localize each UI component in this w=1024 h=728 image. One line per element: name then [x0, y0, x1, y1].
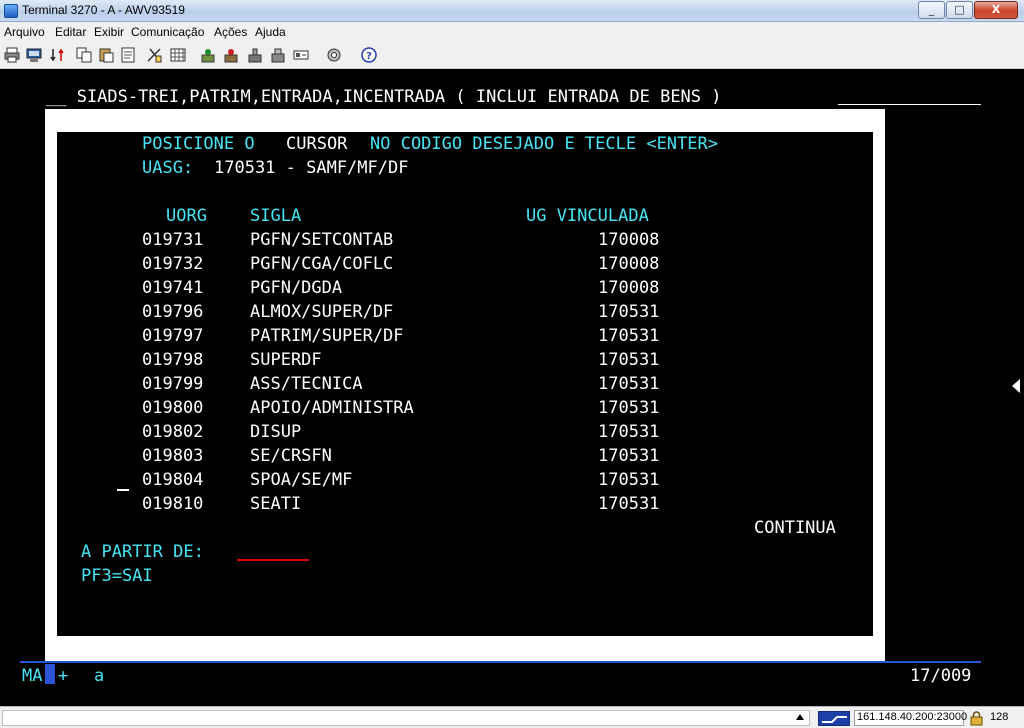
properties-icon[interactable]: [293, 47, 309, 63]
status-message-area: [2, 710, 810, 726]
row-sigla: APOIO/ADMINISTRA: [250, 398, 414, 418]
row-ug-vinculada: 170008: [598, 254, 660, 274]
help-icon[interactable]: ?: [361, 47, 377, 63]
print-icon[interactable]: [4, 47, 20, 63]
menu-exibir[interactable]: Exibir: [94, 25, 124, 39]
maximize-button[interactable]: □: [946, 1, 973, 19]
row-sigla: SE/CRSFN: [250, 446, 332, 466]
row-uorg[interactable]: 019804: [142, 470, 203, 490]
send-icon[interactable]: [270, 47, 286, 63]
row-sigla: PGFN/CGA/COFLC: [250, 254, 394, 274]
macro-record-icon[interactable]: [200, 47, 216, 63]
menu-comunicacao[interactable]: Comunicação: [131, 25, 204, 39]
oia-block: [45, 664, 55, 684]
row-sigla: SUPERDF: [250, 350, 322, 370]
text-cursor: [117, 489, 129, 491]
row-uorg[interactable]: 019800: [142, 398, 203, 418]
terminal-app-icon: [4, 4, 18, 18]
paste-icon[interactable]: [98, 47, 114, 63]
row-sigla: ASS/TECNICA: [250, 374, 363, 394]
status-bar: 161.148.40.200:23000 128: [0, 706, 1024, 728]
pf3-hint: PF3=SAI: [81, 566, 153, 586]
headline-rule: [838, 104, 981, 105]
macro-stop-icon[interactable]: [223, 47, 239, 63]
menu-arquivo[interactable]: Arquivo: [4, 25, 45, 39]
row-ug-vinculada: 170531: [598, 350, 660, 370]
column-header-ug-vinculada: UG VINCULADA: [526, 206, 649, 226]
row-ug-vinculada: 170531: [598, 470, 660, 490]
print-screen-icon[interactable]: [26, 47, 42, 63]
row-sigla: PATRIM/SUPER/DF: [250, 326, 404, 346]
uasg-value: 170531 - SAMF/MF/DF: [214, 158, 409, 178]
oia-status: MA: [22, 666, 43, 686]
cursor-position: 17/009: [910, 666, 972, 686]
row-uorg[interactable]: 019797: [142, 326, 203, 346]
row-sigla: SPOA/SE/MF: [250, 470, 353, 490]
row-ug-vinculada: 170008: [598, 230, 660, 250]
macro-play-icon[interactable]: [247, 47, 263, 63]
minimize-button[interactable]: _: [918, 1, 945, 19]
transfer-icon[interactable]: [50, 47, 66, 63]
uasg-label: UASG:: [142, 158, 194, 178]
row-sigla: DISUP: [250, 422, 302, 442]
menu-bar: Arquivo Editar Exibir Comunicação Ações …: [0, 22, 1024, 42]
copy-icon[interactable]: [76, 47, 92, 63]
close-button[interactable]: X: [974, 1, 1018, 19]
encryption-level: 128: [990, 711, 1009, 723]
row-ug-vinculada: 170008: [598, 278, 660, 298]
row-sigla: PGFN/SETCONTAB: [250, 230, 394, 250]
terminal-screen[interactable]: __ SIADS-TREI,PATRIM,ENTRADA,INCENTRADA …: [0, 69, 1008, 706]
instruction-part2: CURSOR: [286, 134, 348, 154]
keypad-icon[interactable]: [170, 47, 186, 63]
lock-icon: [970, 711, 983, 726]
menu-editar[interactable]: Editar: [55, 25, 86, 39]
oia-plus: +: [58, 666, 69, 686]
window-title: Terminal 3270 - A - AWV93519: [22, 3, 185, 17]
row-uorg[interactable]: 019799: [142, 374, 203, 394]
cut-icon[interactable]: [121, 47, 137, 63]
row-ug-vinculada: 170531: [598, 398, 660, 418]
row-ug-vinculada: 170531: [598, 374, 660, 394]
row-uorg[interactable]: 019731: [142, 230, 203, 250]
row-uorg[interactable]: 019732: [142, 254, 203, 274]
row-uorg[interactable]: 019741: [142, 278, 203, 298]
a-partir-de-input[interactable]: [237, 559, 309, 561]
row-uorg[interactable]: 019802: [142, 422, 203, 442]
row-uorg[interactable]: 019803: [142, 446, 203, 466]
status-up-arrow-icon[interactable]: [796, 714, 804, 720]
title-bar: Terminal 3270 - A - AWV93519 _ □ X: [0, 0, 1024, 22]
screen-headline: __ SIADS-TREI,PATRIM,ENTRADA,INCENTRADA …: [46, 87, 722, 107]
row-ug-vinculada: 170531: [598, 326, 660, 346]
row-uorg[interactable]: 019796: [142, 302, 203, 322]
expand-left-arrow-icon[interactable]: [1012, 379, 1020, 393]
toolbar: ?: [0, 42, 1024, 69]
connection-icon: [818, 711, 850, 726]
row-uorg[interactable]: 019798: [142, 350, 203, 370]
row-ug-vinculada: 170531: [598, 302, 660, 322]
row-sigla: PGFN/DGDA: [250, 278, 343, 298]
oia-input-mode: a: [94, 666, 105, 686]
row-uorg[interactable]: 019810: [142, 494, 203, 514]
a-partir-de-label: A PARTIR DE:: [81, 542, 204, 562]
row-ug-vinculada: 170531: [598, 422, 660, 442]
host-address: 161.148.40.200:23000: [857, 711, 968, 723]
row-sigla: ALMOX/SUPER/DF: [250, 302, 394, 322]
column-header-uorg: UORG: [166, 206, 207, 226]
row-sigla: SEATI: [250, 494, 302, 514]
row-ug-vinculada: 170531: [598, 494, 660, 514]
continua-indicator: CONTINUA: [754, 518, 836, 538]
row-ug-vinculada: 170531: [598, 446, 660, 466]
settings-icon[interactable]: [326, 47, 342, 63]
column-header-sigla: SIGLA: [250, 206, 302, 226]
instruction-part1: POSICIONE O: [142, 134, 255, 154]
oia-separator: [20, 661, 981, 663]
svg-text:?: ?: [366, 51, 372, 62]
side-scroll-area[interactable]: [1008, 69, 1024, 706]
paste-special-icon[interactable]: [146, 47, 162, 63]
menu-ajuda[interactable]: Ajuda: [255, 25, 286, 39]
instruction-part3: NO CODIGO DESEJADO E TECLE <ENTER>: [370, 134, 718, 154]
menu-acoes[interactable]: Ações: [214, 25, 247, 39]
